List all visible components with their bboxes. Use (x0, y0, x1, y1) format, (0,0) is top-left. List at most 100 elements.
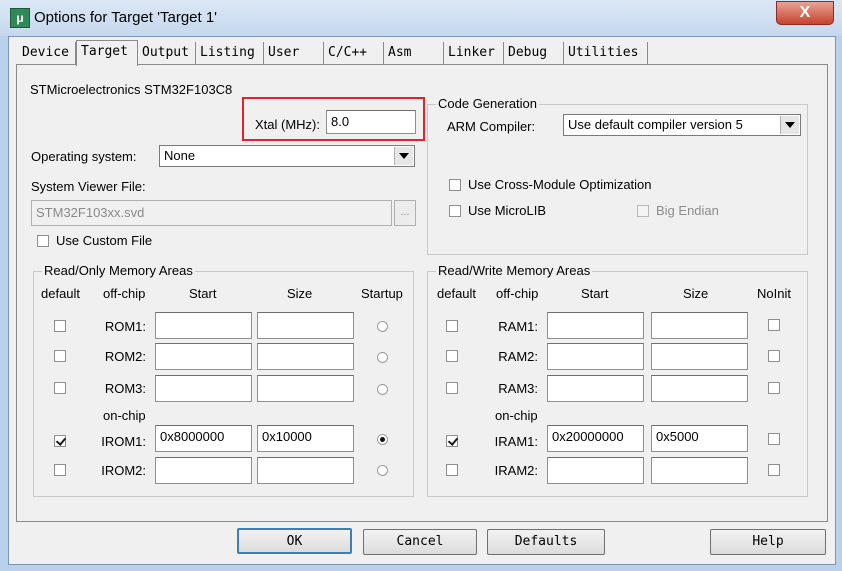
window-title: Options for Target 'Target 1' (34, 9, 218, 26)
rom3-start-input[interactable] (155, 375, 252, 402)
ro-header-default: default (41, 286, 81, 301)
os-select[interactable]: None (159, 145, 415, 167)
ram3-label: RAM3: (498, 381, 538, 396)
irom2-start-input[interactable] (155, 457, 252, 484)
irom1-startup-radio[interactable] (377, 434, 388, 445)
compiler-label: ARM Compiler: (447, 119, 536, 134)
iram2-start-input[interactable] (547, 457, 644, 484)
rom1-default-checkbox[interactable] (54, 320, 66, 332)
xtal-label: Xtal (MHz): (255, 117, 320, 132)
cross-module-label: Use Cross-Module Optimization (468, 177, 652, 192)
tab-listing[interactable]: Listing (196, 42, 264, 64)
ram1-size-input[interactable] (651, 312, 748, 339)
tab-asm[interactable]: Asm (384, 42, 444, 64)
irom1-default-checkbox[interactable] (54, 435, 66, 447)
help-button[interactable]: Help (710, 529, 826, 555)
tab-device[interactable]: Device (18, 42, 76, 64)
iram1-start-input[interactable]: 0x20000000 (547, 425, 644, 452)
iram1-default-checkbox[interactable] (446, 435, 458, 447)
svd-input[interactable]: STM32F103xx.svd (31, 200, 392, 226)
rom1-size-input[interactable] (257, 312, 354, 339)
iram2-noinit-checkbox[interactable] (768, 464, 780, 476)
ro-header-size: Size (287, 286, 313, 301)
ram3-start-input[interactable] (547, 375, 644, 402)
tab-output[interactable]: Output (138, 42, 196, 64)
iram2-default-checkbox[interactable] (446, 464, 458, 476)
irom2-label: IROM2: (101, 463, 146, 478)
ram1-noinit-checkbox[interactable] (768, 319, 780, 331)
iram1-noinit-checkbox[interactable] (768, 433, 780, 445)
xtal-input[interactable]: 8.0 (326, 110, 416, 134)
compiler-select[interactable]: Use default compiler version 5 (563, 114, 801, 136)
code-generation-title: Code Generation (436, 96, 540, 111)
app-icon: μ (10, 8, 30, 28)
irom1-size-input[interactable]: 0x10000 (257, 425, 354, 452)
ram3-size-input[interactable] (651, 375, 748, 402)
rw-header-default: default (437, 286, 477, 301)
rom3-size-input[interactable] (257, 375, 354, 402)
microlib-checkbox[interactable] (449, 205, 461, 217)
ram3-default-checkbox[interactable] (446, 382, 458, 394)
rom2-size-input[interactable] (257, 343, 354, 370)
rom1-label: ROM1: (104, 319, 146, 334)
custom-file-checkbox[interactable] (37, 235, 49, 247)
ro-header-startup: Startup (361, 286, 403, 301)
rom3-default-checkbox[interactable] (54, 382, 66, 394)
ram1-default-checkbox[interactable] (446, 320, 458, 332)
microlib-label: Use MicroLIB (468, 203, 547, 218)
tab-linker[interactable]: Linker (444, 42, 504, 64)
iram1-size-input[interactable]: 0x5000 (651, 425, 748, 452)
ro-header-offchip: off-chip (103, 286, 146, 301)
svd-label: System Viewer File: (31, 179, 146, 194)
irom1-start-input[interactable]: 0x8000000 (155, 425, 252, 452)
irom1-label: IROM1: (101, 434, 146, 449)
os-select-value: None (164, 148, 196, 163)
ram2-size-input[interactable] (651, 343, 748, 370)
rom3-startup-radio[interactable] (377, 384, 388, 395)
svd-browse-button[interactable]: ... (394, 200, 416, 226)
ro-header-start: Start (189, 286, 217, 301)
rw-header-start: Start (581, 286, 609, 301)
rw-onchip-label: on-chip (495, 408, 538, 423)
tab-debug[interactable]: Debug (504, 42, 564, 64)
chevron-down-icon[interactable] (394, 147, 413, 165)
rom2-default-checkbox[interactable] (54, 350, 66, 362)
device-name: STMicroelectronics STM32F103C8 (30, 82, 233, 97)
iram2-size-input[interactable] (651, 457, 748, 484)
close-button[interactable]: X (776, 1, 834, 25)
irom2-size-input[interactable] (257, 457, 354, 484)
ram2-default-checkbox[interactable] (446, 350, 458, 362)
iram2-label: IRAM2: (494, 463, 538, 478)
ram3-noinit-checkbox[interactable] (768, 382, 780, 394)
irom2-startup-radio[interactable] (377, 465, 388, 476)
ram1-label: RAM1: (498, 319, 538, 334)
tab-utilities[interactable]: Utilities (564, 42, 648, 64)
defaults-button[interactable]: Defaults (487, 529, 605, 555)
custom-file-label: Use Custom File (56, 233, 153, 248)
rw-header-size: Size (683, 286, 709, 301)
cross-module-checkbox[interactable] (449, 179, 461, 191)
rom2-start-input[interactable] (155, 343, 252, 370)
ro-memory-title: Read/Only Memory Areas (42, 263, 195, 278)
tab-user[interactable]: User (264, 42, 324, 64)
rom3-label: ROM3: (104, 381, 146, 396)
chevron-down-icon[interactable] (780, 116, 799, 134)
cancel-button[interactable]: Cancel (363, 529, 477, 555)
irom2-default-checkbox[interactable] (54, 464, 66, 476)
tab-cpp[interactable]: C/C++ (324, 42, 384, 64)
title-bar: μ Options for Target 'Target 1' X (0, 0, 842, 36)
rom2-label: ROM2: (104, 349, 146, 364)
rw-header-offchip: off-chip (496, 286, 539, 301)
big-endian-label: Big Endian (656, 203, 719, 218)
rw-header-noinit: NoInit (757, 286, 791, 301)
rom1-start-input[interactable] (155, 312, 252, 339)
big-endian-checkbox[interactable] (637, 205, 649, 217)
rom1-startup-radio[interactable] (377, 321, 388, 332)
ok-button[interactable]: OK (237, 528, 352, 554)
iram1-label: IRAM1: (494, 434, 538, 449)
tab-target[interactable]: Target (76, 40, 138, 66)
rom2-startup-radio[interactable] (377, 352, 388, 363)
ram2-start-input[interactable] (547, 343, 644, 370)
ram1-start-input[interactable] (547, 312, 644, 339)
ram2-noinit-checkbox[interactable] (768, 350, 780, 362)
